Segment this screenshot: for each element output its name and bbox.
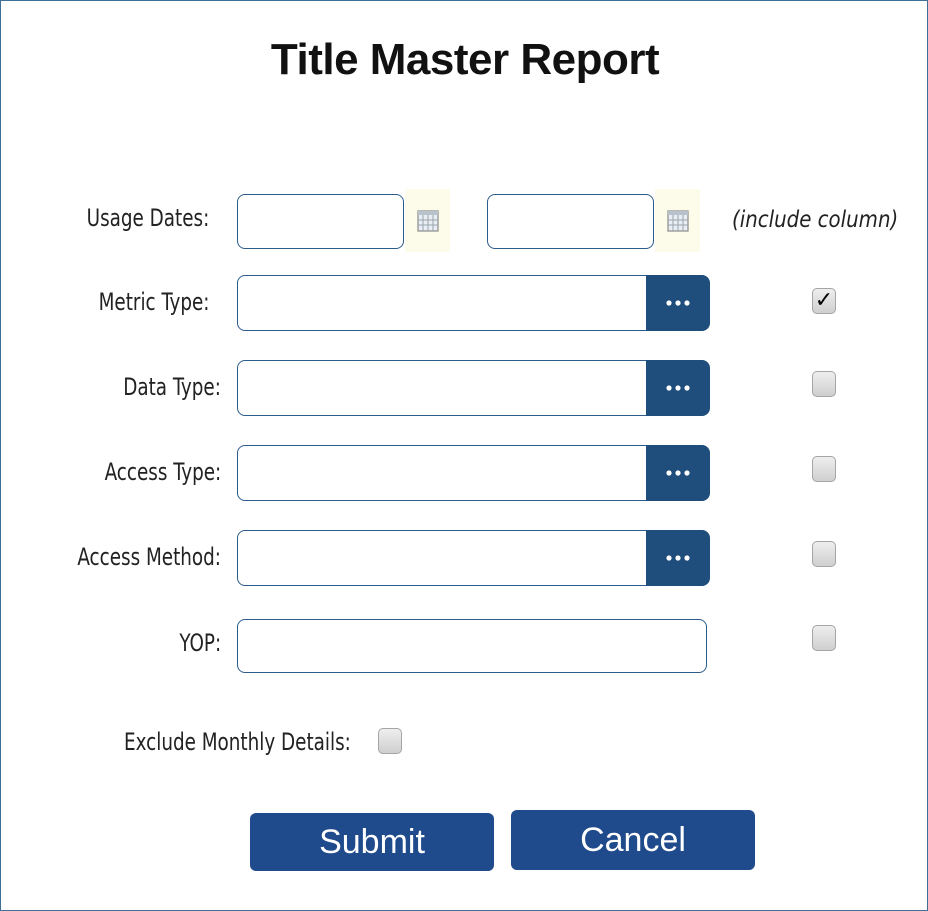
- end-date-calendar-button[interactable]: [655, 189, 700, 252]
- access-type-input[interactable]: [237, 445, 709, 501]
- submit-button[interactable]: Submit: [250, 813, 494, 871]
- calendar-icon: [666, 209, 689, 232]
- ellipsis-icon: [666, 385, 690, 391]
- data-type-include-checkbox[interactable]: [812, 371, 836, 397]
- ellipsis-icon: [666, 300, 690, 306]
- usage-start-date-input[interactable]: [237, 194, 404, 249]
- access-type-include-checkbox[interactable]: [812, 456, 836, 482]
- include-column-header: (include column): [732, 207, 899, 233]
- access-type-label: Access Type:: [104, 458, 221, 486]
- metric-type-include-checkbox[interactable]: ✓: [812, 288, 836, 314]
- report-dialog: Title Master Report Usage Dates: (includ…: [0, 0, 928, 911]
- usage-dates-label: Usage Dates:: [86, 204, 209, 232]
- access-type-picker-button[interactable]: [646, 445, 710, 501]
- start-date-calendar-button[interactable]: [405, 189, 450, 252]
- metric-type-picker-button[interactable]: [646, 275, 710, 331]
- access-method-include-checkbox[interactable]: [812, 541, 836, 567]
- page-title: Title Master Report: [270, 35, 660, 84]
- exclude-monthly-checkbox[interactable]: [378, 728, 402, 754]
- access-method-picker-button[interactable]: [646, 530, 710, 586]
- yop-label: YOP:: [179, 629, 221, 657]
- metric-type-input[interactable]: [237, 275, 709, 331]
- yop-include-checkbox[interactable]: [812, 625, 836, 651]
- data-type-input[interactable]: [237, 360, 709, 416]
- ellipsis-icon: [666, 470, 690, 476]
- data-type-label: Data Type:: [123, 373, 221, 401]
- access-method-input[interactable]: [237, 530, 709, 586]
- data-type-picker-button[interactable]: [646, 360, 710, 416]
- calendar-icon: [416, 209, 439, 232]
- cancel-button[interactable]: Cancel: [511, 810, 755, 870]
- checkmark-icon: ✓: [814, 288, 834, 313]
- exclude-monthly-label: Exclude Monthly Details:: [124, 728, 351, 756]
- yop-input[interactable]: [237, 619, 707, 673]
- usage-end-date-input[interactable]: [487, 194, 654, 249]
- metric-type-label: Metric Type:: [98, 288, 209, 316]
- access-method-label: Access Method:: [77, 543, 221, 571]
- ellipsis-icon: [666, 555, 690, 561]
